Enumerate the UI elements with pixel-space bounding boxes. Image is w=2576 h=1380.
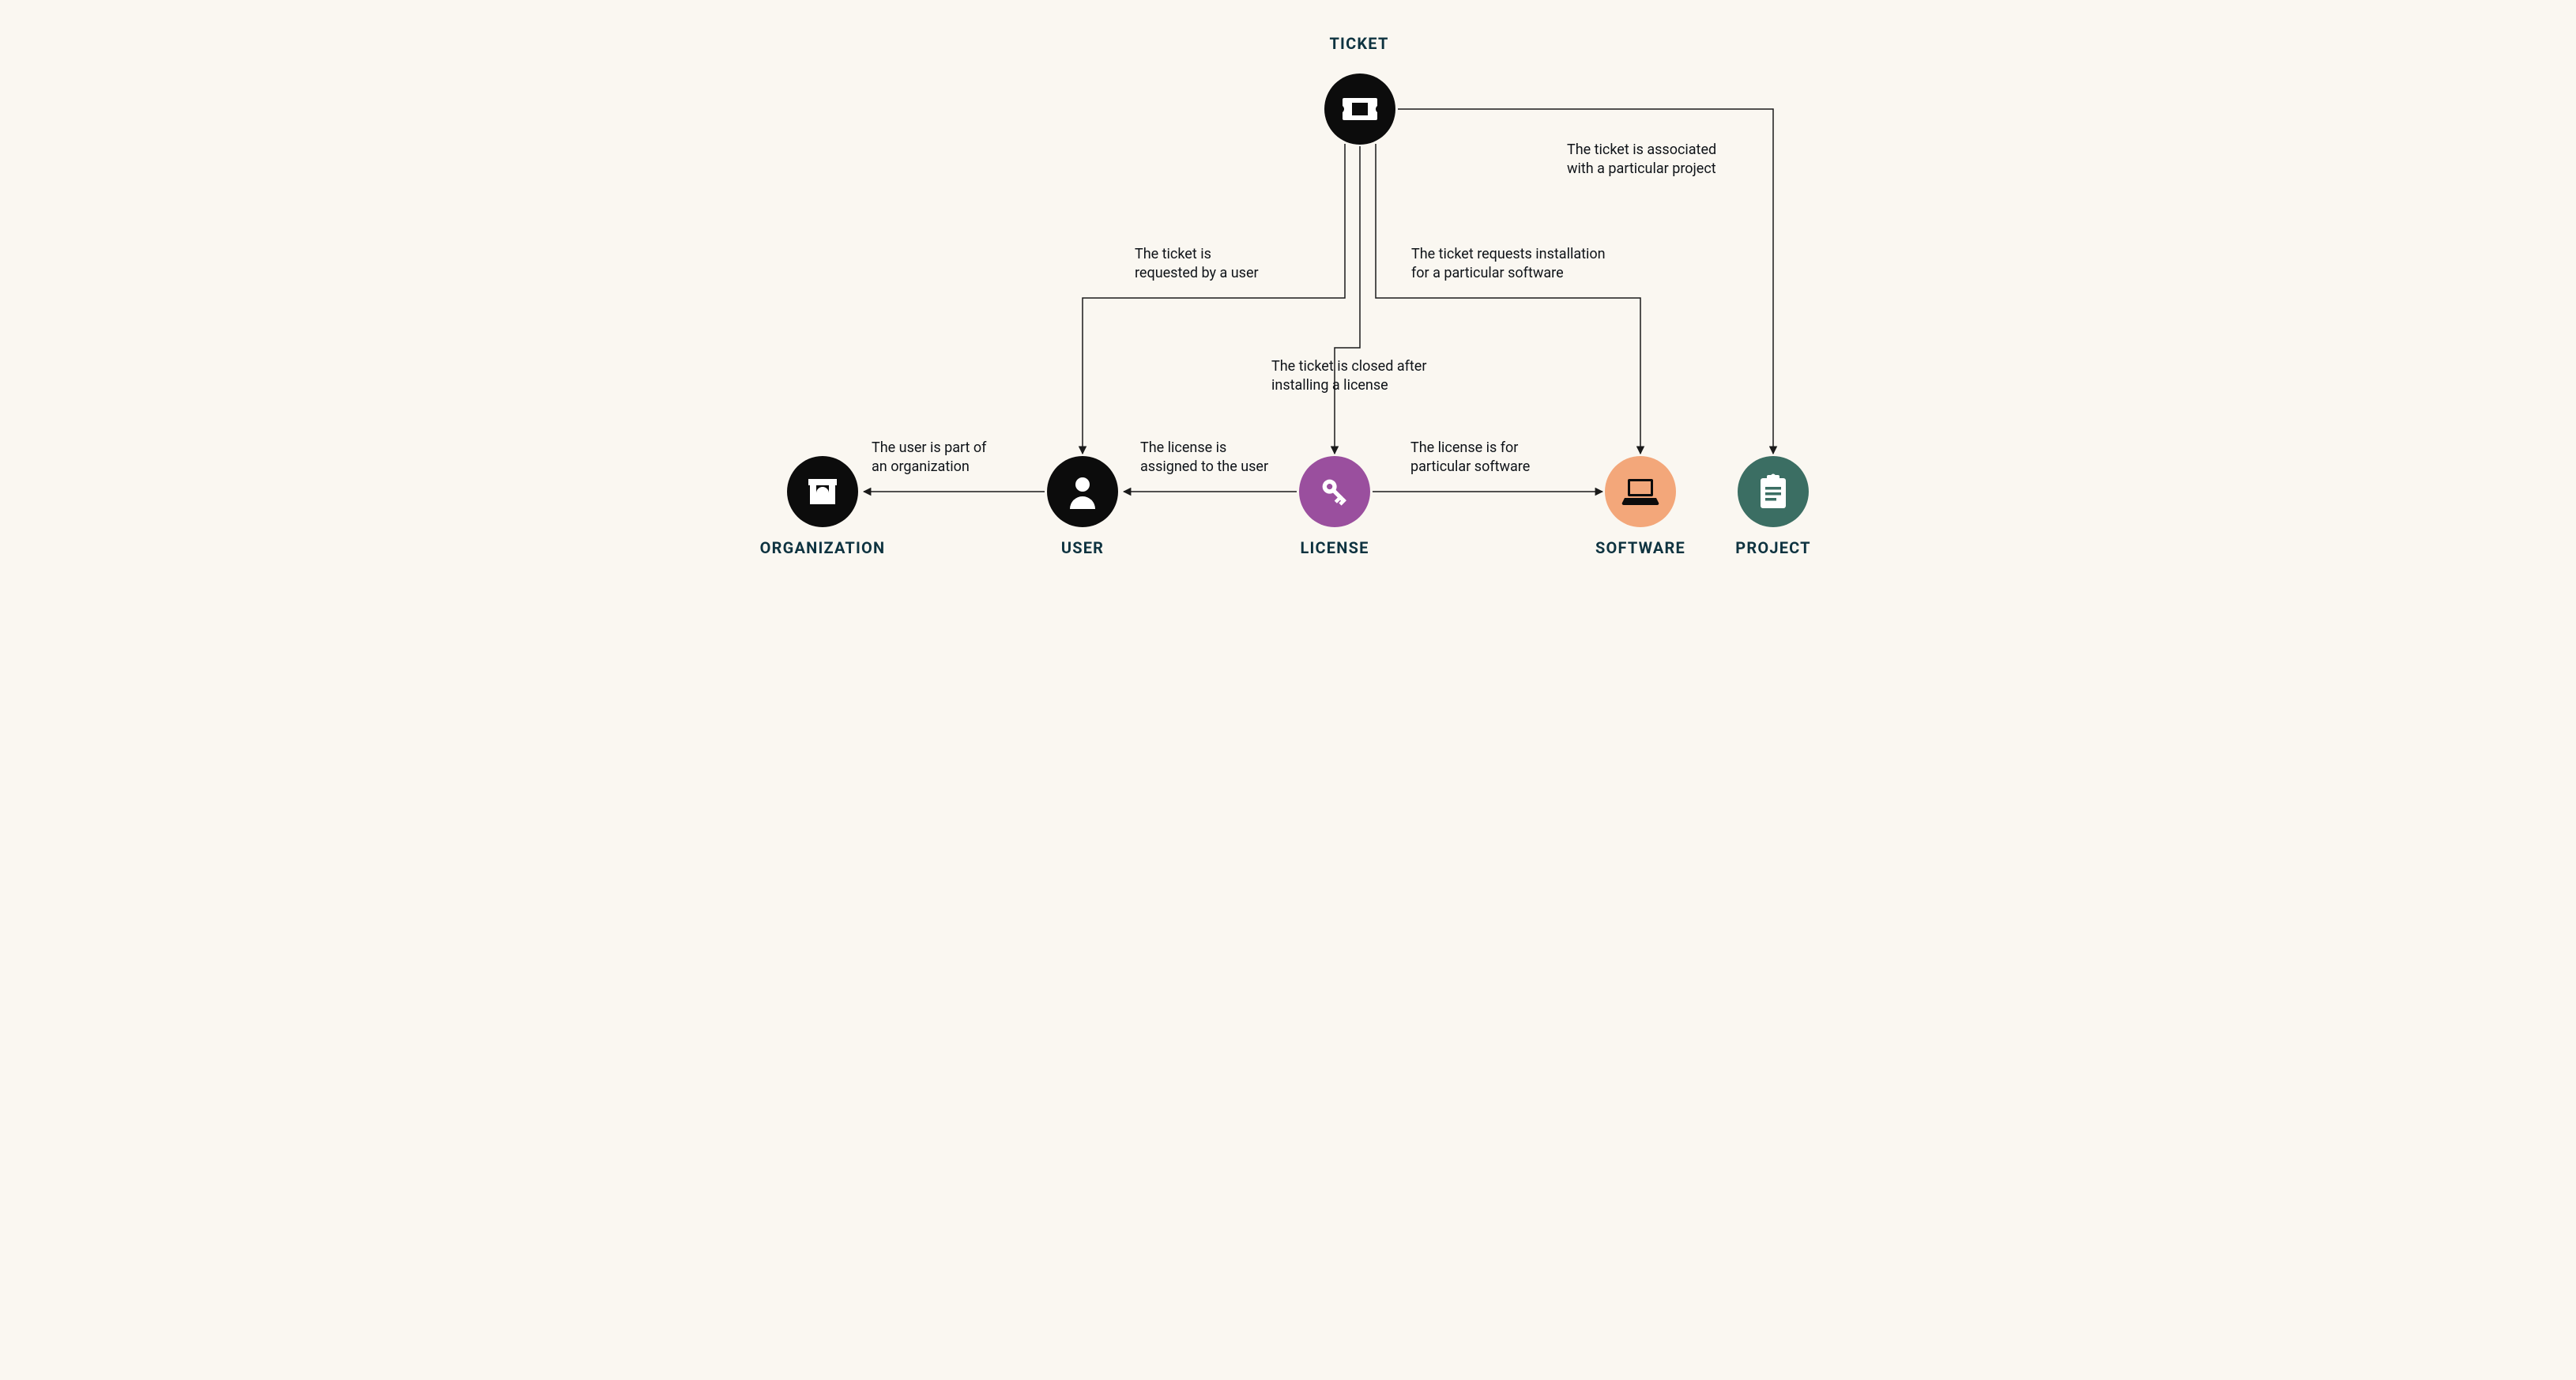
node-ticket	[1324, 74, 1395, 145]
node-organization	[787, 456, 858, 527]
node-title-organization: ORGANIZATION	[751, 538, 894, 557]
node-software	[1605, 456, 1676, 527]
node-license	[1299, 456, 1370, 527]
node-title-software: SOFTWARE	[1589, 538, 1692, 557]
key-icon	[1316, 473, 1353, 510]
edge-label-ticket-to-user: The ticket is requested by a user	[1135, 245, 1259, 284]
clipboard-icon	[1757, 473, 1789, 510]
edge-label-user-to-org: The user is part of an organization	[872, 439, 986, 477]
node-title-ticket: TICKET	[1304, 34, 1414, 53]
edge-label-license-to-software: The license is for particular software	[1410, 439, 1530, 477]
edge-label-ticket-to-project: The ticket is associated with a particul…	[1567, 141, 1716, 179]
ticket-icon	[1343, 98, 1377, 120]
edge-label-ticket-to-software: The ticket requests installation for a p…	[1411, 245, 1606, 284]
node-project	[1738, 456, 1809, 527]
edge-ticket-to-license	[1335, 146, 1360, 454]
user-icon	[1067, 474, 1098, 509]
edge-label-ticket-to-license: The ticket is closed after installing a …	[1271, 357, 1426, 396]
node-title-project: PROJECT	[1730, 538, 1817, 557]
edge-ticket-to-software	[1376, 144, 1640, 454]
node-user	[1047, 456, 1118, 527]
node-title-license: LICENSE	[1287, 538, 1382, 557]
laptop-icon	[1621, 476, 1659, 507]
edge-ticket-to-user	[1083, 144, 1345, 454]
edge-label-license-to-user: The license is assigned to the user	[1140, 439, 1268, 477]
node-title-user: USER	[1043, 538, 1122, 557]
diagram-canvas: The ticket is requested by a user The ti…	[695, 0, 1881, 635]
organization-icon	[805, 474, 840, 509]
